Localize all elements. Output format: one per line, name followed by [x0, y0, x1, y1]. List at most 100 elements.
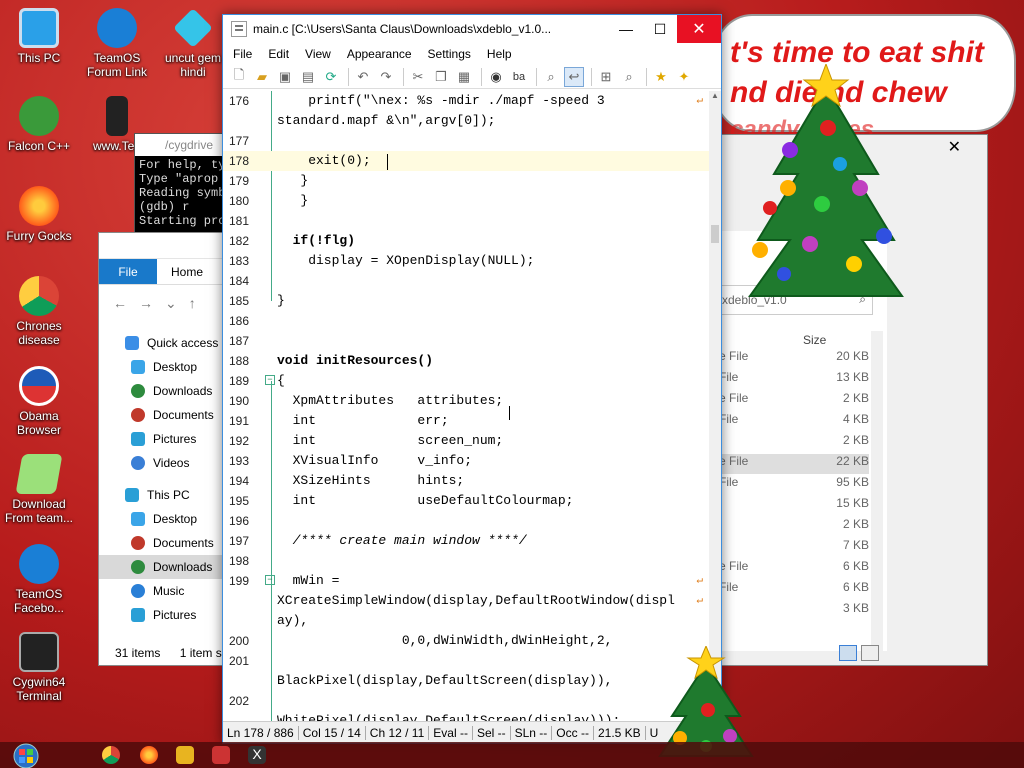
- undo-icon[interactable]: ↶: [353, 67, 373, 87]
- vertical-scrollbar[interactable]: [871, 331, 883, 665]
- editor-vertical-scrollbar[interactable]: ▲: [709, 91, 721, 723]
- file-row[interactable]: File 6 KB: [719, 580, 869, 600]
- fold-toggle-icon[interactable]: −: [265, 575, 275, 585]
- nav-videos[interactable]: Videos: [99, 451, 227, 475]
- file-row[interactable]: 3 KB: [719, 601, 869, 621]
- code-line[interactable]: 191 int err;: [223, 411, 709, 431]
- file-row[interactable]: 7 KB: [719, 538, 869, 558]
- details-view-icon[interactable]: [839, 645, 857, 661]
- code-line[interactable]: 201↵: [223, 651, 709, 671]
- desktop-icon-teamos-forum[interactable]: TeamOS Forum Link: [78, 8, 156, 79]
- file-row[interactable]: 2 KB: [719, 433, 869, 453]
- code-line[interactable]: 183 display = XOpenDisplay(NULL);: [223, 251, 709, 271]
- find-icon[interactable]: ◉: [486, 67, 506, 87]
- code-line[interactable]: 177: [223, 131, 709, 151]
- redo-icon[interactable]: ↷: [376, 67, 396, 87]
- replace-icon[interactable]: ba: [509, 67, 529, 87]
- nav-pc-documents[interactable]: Documents: [99, 531, 227, 555]
- code-line[interactable]: 182 if(!flg): [223, 231, 709, 251]
- menu-edit[interactable]: Edit: [258, 47, 295, 61]
- desktop-icon-download-team[interactable]: Download From team...: [0, 454, 78, 525]
- nav-pc-downloads[interactable]: Downloads: [99, 555, 227, 579]
- nav-pc-desktop[interactable]: Desktop: [99, 507, 227, 531]
- code-line[interactable]: 194 XSizeHints hints;: [223, 471, 709, 491]
- desktop-icon-chrome[interactable]: Chrones disease: [0, 276, 78, 347]
- windows-start-icon[interactable]: [8, 742, 44, 768]
- close-icon[interactable]: ✕: [948, 137, 961, 157]
- menu-file[interactable]: File: [223, 47, 258, 61]
- nav-pictures[interactable]: Pictures: [99, 427, 227, 451]
- menu-settings[interactable]: Settings: [418, 47, 477, 61]
- nav-documents[interactable]: Documents: [99, 403, 227, 427]
- zoom-icon[interactable]: ⌕: [619, 67, 639, 87]
- file-row[interactable]: File 4 KB: [719, 412, 869, 432]
- new-file-icon[interactable]: 🗋: [229, 67, 249, 87]
- code-line[interactable]: BlackPixel(display,DefaultScreen(display…: [223, 671, 709, 691]
- nav-downloads[interactable]: Downloads: [99, 379, 227, 403]
- file-row[interactable]: 15 KB: [719, 496, 869, 516]
- file-row[interactable]: 2 KB: [719, 517, 869, 537]
- xdeblo-taskbar-icon[interactable]: X: [248, 746, 266, 764]
- code-line[interactable]: 186: [223, 311, 709, 331]
- nav-this-pc[interactable]: This PC: [99, 483, 227, 507]
- file-row[interactable]: e File 2 KB: [719, 391, 869, 411]
- menu-appearance[interactable]: Appearance: [337, 47, 418, 61]
- nav-desktop[interactable]: Desktop: [99, 355, 227, 379]
- code-line[interactable]: 197 /**** create main window ****/: [223, 531, 709, 551]
- desktop-icon-uncut-gem[interactable]: uncut gem hindi: [154, 8, 232, 79]
- chrome-taskbar-icon[interactable]: [102, 746, 120, 764]
- code-line[interactable]: 198: [223, 551, 709, 571]
- scrollbar-thumb[interactable]: [711, 225, 719, 243]
- favorites-icon[interactable]: ★: [651, 67, 671, 87]
- code-line[interactable]: 185}: [223, 291, 709, 311]
- save-all-icon[interactable]: ▤: [298, 67, 318, 87]
- cut-icon[interactable]: ✂: [408, 67, 428, 87]
- code-line[interactable]: XCreateSimpleWindow(display,DefaultRootW…: [223, 591, 709, 611]
- code-line[interactable]: 187: [223, 331, 709, 351]
- reload-icon[interactable]: ⟳: [321, 67, 341, 87]
- code-line[interactable]: 195 int useDefaultColourmap;: [223, 491, 709, 511]
- code-line[interactable]: ay),: [223, 611, 709, 631]
- menu-view[interactable]: View: [295, 47, 337, 61]
- ribbon-tab-file[interactable]: File: [99, 259, 157, 284]
- scroll-up-icon[interactable]: ▲: [709, 91, 721, 100]
- nav-quick-access[interactable]: Quick access: [99, 331, 227, 355]
- open-folder-icon[interactable]: ▰: [252, 67, 272, 87]
- code-line[interactable]: 202: [223, 691, 709, 711]
- desktop-icon-this-pc[interactable]: This PC: [0, 8, 78, 65]
- file-row-selected[interactable]: e File 22 KB: [719, 454, 869, 474]
- code-line[interactable]: 180 }: [223, 191, 709, 211]
- close-button[interactable]: ✕: [677, 15, 721, 43]
- editor-window[interactable]: main.c [C:\Users\Santa Claus\Downloads\x…: [222, 14, 722, 744]
- find-in-files-icon[interactable]: ⌕: [541, 67, 561, 87]
- menu-help[interactable]: Help: [477, 47, 518, 61]
- nav-pc-music[interactable]: Music: [99, 579, 227, 603]
- code-line[interactable]: 192 int screen_num;: [223, 431, 709, 451]
- minimize-button[interactable]: —: [609, 15, 643, 43]
- desktop-icon-cygwin[interactable]: Cygwin64 Terminal: [0, 632, 78, 703]
- add-favorite-icon[interactable]: ✦: [674, 67, 694, 87]
- code-line[interactable]: 190 XpmAttributes attributes;: [223, 391, 709, 411]
- file-row[interactable]: File 13 KB: [719, 370, 869, 390]
- app-taskbar-icon[interactable]: [212, 746, 230, 764]
- maximize-button[interactable]: ☐: [643, 15, 677, 43]
- file-row[interactable]: File 95 KB: [719, 475, 869, 495]
- file-row[interactable]: e File 6 KB: [719, 559, 869, 579]
- code-line[interactable]: 200 0,0,dWinWidth,dWinHeight,2,: [223, 631, 709, 651]
- word-wrap-icon[interactable]: ↩: [564, 66, 584, 87]
- ribbon-tab-home[interactable]: Home: [157, 259, 203, 284]
- code-line[interactable]: 199− mWin = ↵: [223, 571, 709, 591]
- large-icons-view-icon[interactable]: [861, 645, 879, 661]
- desktop-icon-falcon[interactable]: Falcon C++: [0, 96, 78, 153]
- desktop-icon-firefox[interactable]: Furry Gocks: [0, 186, 78, 243]
- code-line[interactable]: 181: [223, 211, 709, 231]
- column-header-size[interactable]: Size: [803, 333, 826, 347]
- code-line[interactable]: 196: [223, 511, 709, 531]
- desktop-icon-obama-browser[interactable]: Obama Browser: [0, 366, 78, 437]
- code-line[interactable]: 179 }: [223, 171, 709, 191]
- file-row[interactable]: e File 20 KB: [719, 349, 869, 369]
- fold-toggle-icon[interactable]: −: [265, 375, 275, 385]
- explorer-taskbar-icon[interactable]: [176, 746, 194, 764]
- view-icon[interactable]: ⊞: [596, 67, 616, 87]
- code-line[interactable]: 188 void initResources(): [223, 351, 709, 371]
